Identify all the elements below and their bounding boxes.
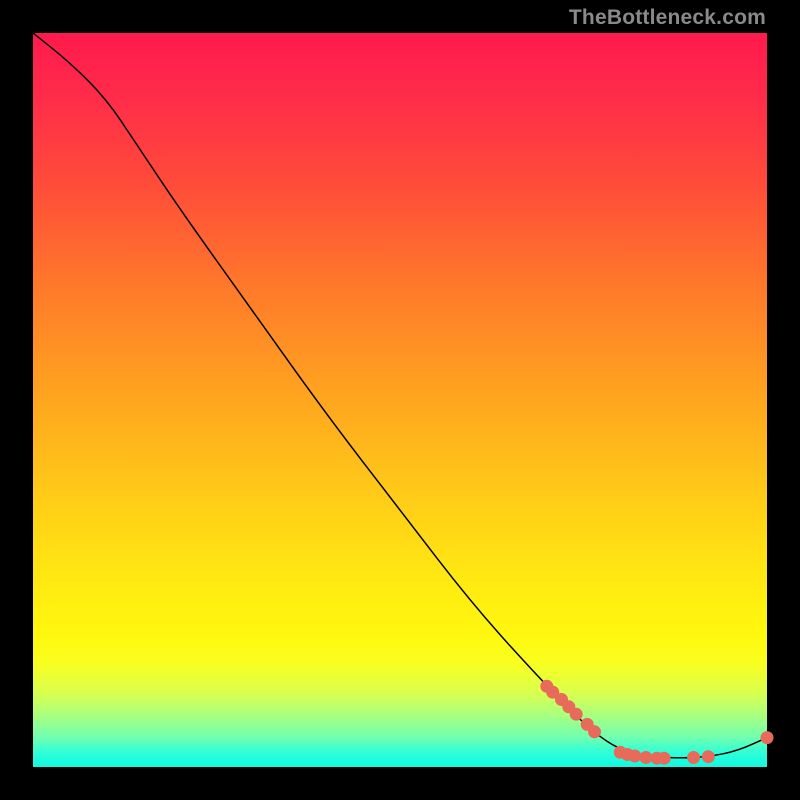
highlight-dot <box>658 752 670 764</box>
plot-area <box>33 33 767 767</box>
highlight-dots <box>541 680 773 764</box>
highlight-dot <box>589 726 601 738</box>
highlight-dot <box>688 752 700 764</box>
highlight-dot <box>761 732 773 744</box>
highlight-dot <box>570 708 582 720</box>
stage: TheBottleneck.com <box>0 0 800 800</box>
bottleneck-curve <box>33 33 767 758</box>
watermark-text: TheBottleneck.com <box>569 6 766 30</box>
chart-svg <box>33 33 767 767</box>
highlight-dot <box>629 750 641 762</box>
highlight-dot <box>702 751 714 763</box>
highlight-dot <box>640 752 652 764</box>
